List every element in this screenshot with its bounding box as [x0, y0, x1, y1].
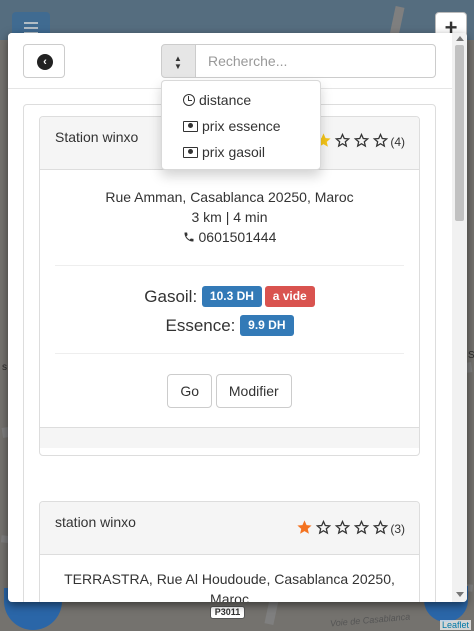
sort-dropdown-menu: distance prix essence prix gasoil	[161, 80, 321, 170]
sort-button[interactable]: ▲ ▼	[161, 44, 196, 78]
back-button[interactable]: ‹	[23, 44, 65, 78]
star-empty-icon[interactable]	[315, 519, 332, 536]
rating-stars[interactable]: (4)	[313, 131, 405, 149]
essence-price-badge: 9.9 DH	[240, 315, 294, 336]
money-icon	[183, 146, 198, 158]
rating-count: (3)	[390, 521, 405, 536]
gasoil-label: Gasoil:	[144, 287, 198, 306]
sort-option-prix-gasoil[interactable]: prix gasoil	[162, 139, 320, 165]
map-attribution[interactable]: Leaflet	[440, 620, 472, 630]
station-phone[interactable]: 0601501444	[40, 227, 419, 247]
station-address: TERRASTRA, Rue Al Houdoude, Casablanca 2…	[64, 571, 395, 587]
station-address: Rue Amman, Casablanca 20250, Maroc	[105, 189, 354, 205]
essence-row: Essence: 9.9 DH	[40, 311, 419, 340]
star-empty-icon[interactable]	[372, 132, 389, 149]
station-name: station winxo	[55, 514, 136, 530]
star-filled-icon[interactable]	[296, 519, 313, 536]
search-input[interactable]	[195, 44, 436, 78]
star-empty-icon[interactable]	[372, 519, 389, 536]
station-footer	[40, 427, 419, 448]
essence-label: Essence:	[165, 316, 236, 335]
gasoil-status-badge: a vide	[264, 286, 315, 307]
chevron-left-icon: ‹	[37, 54, 53, 70]
station-address: Maroc	[210, 591, 249, 602]
station-header: station winxo (3)	[40, 502, 419, 555]
stations-modal: ‹ ▲ ▼ Station winxo (4)	[8, 33, 467, 602]
star-empty-icon[interactable]	[353, 132, 370, 149]
gasoil-row: Gasoil: 10.3 DH a vide	[40, 282, 419, 311]
rating-stars[interactable]: (3)	[294, 518, 405, 536]
phone-icon	[184, 232, 194, 242]
station-distance: 3 km | 4 min	[191, 209, 268, 225]
station-list: Station winxo (4) Rue Amman, Casablanca …	[23, 104, 436, 602]
star-empty-icon[interactable]	[353, 519, 370, 536]
scroll-down-icon[interactable]	[456, 592, 464, 597]
station-body: Rue Amman, Casablanca 20250, Maroc 3 km …	[40, 170, 419, 427]
scrollbar-thumb[interactable]	[455, 45, 464, 221]
sort-option-distance[interactable]: distance	[162, 87, 320, 113]
sort-option-prix-essence[interactable]: prix essence	[162, 113, 320, 139]
clock-icon	[183, 94, 195, 106]
money-icon	[183, 120, 198, 132]
rating-count: (4)	[390, 134, 405, 149]
scroll-up-icon[interactable]	[456, 36, 464, 41]
road-label: P3011	[210, 606, 245, 619]
gasoil-price-badge: 10.3 DH	[201, 286, 262, 307]
star-empty-icon[interactable]	[334, 519, 351, 536]
edit-button[interactable]: Modifier	[215, 374, 292, 408]
scrollbar[interactable]	[452, 33, 467, 602]
station-card: station winxo (3) TERRASTRA, Rue Al Houd…	[39, 501, 420, 602]
station-name: Station winxo	[55, 129, 139, 145]
station-body: TERRASTRA, Rue Al Houdoude, Casablanca 2…	[40, 555, 419, 602]
star-empty-icon[interactable]	[334, 132, 351, 149]
go-button[interactable]: Go	[167, 374, 212, 408]
